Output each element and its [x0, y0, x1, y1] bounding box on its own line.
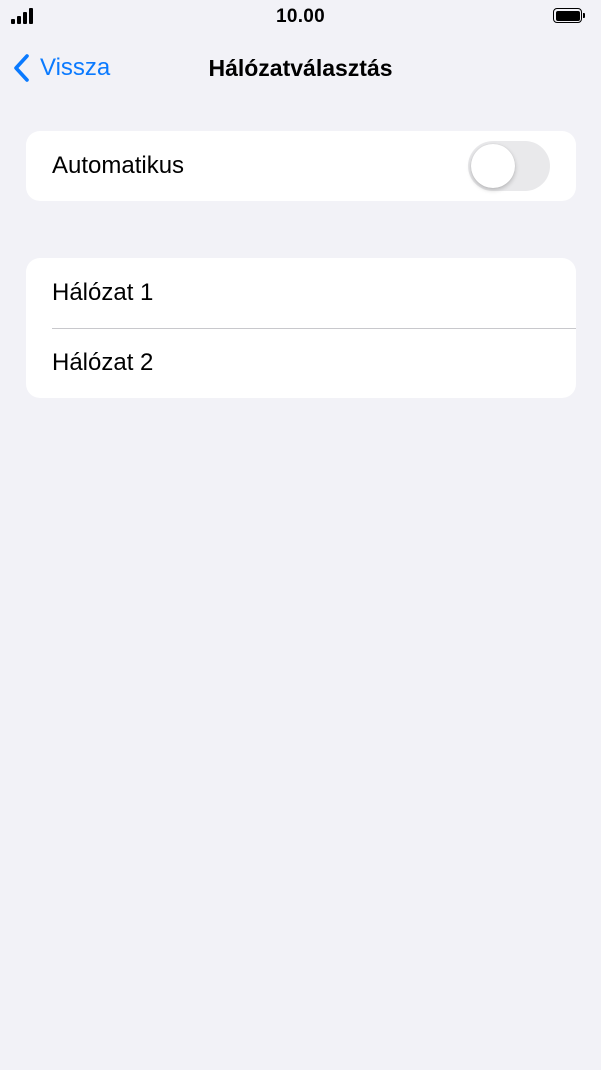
battery-icon	[553, 8, 587, 25]
status-time: 10.00	[275, 6, 326, 27]
network-item[interactable]: Hálózat 1	[26, 258, 576, 328]
automatic-row: Automatikus	[26, 131, 576, 201]
network-item[interactable]: Hálózat 2	[26, 328, 576, 398]
status-bar: 10.00	[0, 0, 601, 34]
back-label: Vissza	[40, 54, 111, 81]
navigation-bar: Hálózatválasztás Vissza	[0, 40, 601, 96]
automatic-toggle[interactable]	[468, 141, 550, 191]
network-label: Hálózat 1	[52, 279, 154, 306]
automatic-group: Automatikus	[26, 131, 576, 201]
network-list: Hálózat 1 Hálózat 2	[26, 258, 576, 398]
network-label: Hálózat 2	[52, 349, 154, 376]
toggle-knob	[471, 144, 515, 188]
back-button[interactable]: Vissza	[12, 50, 110, 86]
chevron-left-icon	[14, 54, 29, 82]
automatic-label: Automatikus	[52, 152, 185, 179]
